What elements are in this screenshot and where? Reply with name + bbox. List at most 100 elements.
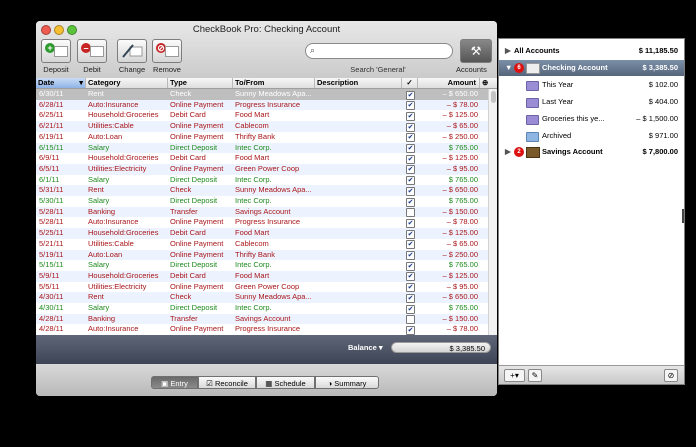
table-row[interactable]: 5/31/11 Rent Check Sunny Meadows Apa... ✔ – $… bbox=[36, 185, 488, 196]
cleared-checkbox[interactable]: ✔ bbox=[406, 90, 415, 100]
tab-summary[interactable]: ◑ Summary bbox=[315, 376, 379, 389]
table-row[interactable]: 5/19/11 Auto:Loan Online Payment Thrifty Ba… bbox=[36, 249, 488, 261]
type-cell: Online Payment bbox=[170, 99, 224, 109]
smart-folder-last-year[interactable]: Last Year $ 404.00 bbox=[499, 94, 684, 110]
smart-folder-groceries[interactable]: Groceries this ye... – $ 1,500.00 bbox=[499, 111, 684, 127]
cleared-checkbox[interactable]: ✔ bbox=[406, 122, 415, 132]
table-row[interactable]: 6/28/11 Auto:Insurance Online Payment Progr… bbox=[36, 99, 488, 111]
cleared-checkbox[interactable]: ✔ bbox=[406, 111, 415, 121]
savings-account-row[interactable]: ▶ 2 Savings Account $ 7,800.00 bbox=[499, 144, 684, 160]
tofrom-cell: Intec Corp. bbox=[235, 303, 272, 312]
delete-account-button[interactable]: ⊘ bbox=[664, 369, 678, 382]
cleared-checkbox[interactable]: ✔ bbox=[406, 144, 415, 153]
table-row[interactable]: 6/21/11 Utilities:Cable Online Payment Cabl… bbox=[36, 121, 488, 132]
table-row[interactable]: 6/1/11 Salary Direct Deposit Intec Corp. ✔ $ … bbox=[36, 175, 488, 186]
type-cell: Direct Deposit bbox=[170, 142, 218, 152]
table-row[interactable]: 5/25/11 Household:Groceries Debit Card Food… bbox=[36, 228, 488, 239]
category-cell: Salary bbox=[88, 174, 110, 184]
disclosure-right-icon[interactable]: ▶ bbox=[505, 43, 511, 59]
amount-cell: – $ 250.00 bbox=[442, 249, 478, 259]
cleared-checkbox[interactable]: ✔ bbox=[406, 261, 415, 271]
table-row[interactable]: 5/21/11 Utilities:Cable Online Payment Cabl… bbox=[36, 239, 488, 250]
table-row[interactable]: 5/5/11 Utilities:Electricity Online Paymen… bbox=[36, 282, 488, 293]
amount-column-header[interactable]: Amount bbox=[418, 78, 480, 88]
date-cell: 6/19/11 bbox=[39, 131, 64, 141]
tofrom-cell: Intec Corp. bbox=[235, 174, 272, 184]
tab-schedule[interactable]: ▦ Schedule bbox=[256, 376, 315, 389]
table-row[interactable]: 5/9/11 Household:Groceries Debit Card Food … bbox=[36, 270, 488, 282]
checkbook-window: CheckBook Pro: Checking Account + Deposi… bbox=[36, 21, 497, 396]
column-options-icon[interactable]: ⊕ bbox=[480, 78, 497, 88]
tab-reconcile[interactable]: ☑ Reconcile bbox=[198, 376, 256, 389]
table-row[interactable]: 4/30/11 Rent Check Sunny Meadows Apa... ✔ – $… bbox=[36, 292, 488, 303]
debit-button[interactable]: – bbox=[77, 39, 107, 63]
cleared-checkbox[interactable]: ✔ bbox=[406, 240, 415, 250]
cleared-checkbox[interactable]: ✔ bbox=[406, 304, 415, 314]
date-column-header[interactable]: Date ▾ bbox=[36, 78, 86, 88]
table-row[interactable]: 6/19/11 Auto:Loan Online Payment Thrifty Ba… bbox=[36, 132, 488, 143]
cleared-checkbox[interactable]: ✔ bbox=[406, 272, 415, 282]
table-row[interactable]: 6/9/11 Household:Groceries Debit Card Food … bbox=[36, 153, 488, 164]
cleared-checkbox[interactable] bbox=[406, 208, 415, 218]
cleared-checkbox[interactable]: ✔ bbox=[406, 283, 415, 293]
date-cell: 5/9/11 bbox=[39, 270, 60, 280]
deposit-button[interactable]: + bbox=[41, 39, 71, 63]
cleared-checkbox[interactable]: ✔ bbox=[406, 165, 415, 175]
edit-account-button[interactable]: ✎ bbox=[528, 369, 542, 382]
cleared-checkbox[interactable]: ✔ bbox=[406, 197, 415, 207]
checking-account-row[interactable]: ▼ 6 Checking Account $ 3,385.50 bbox=[499, 60, 684, 76]
cleared-checkbox[interactable]: ✔ bbox=[406, 293, 415, 303]
tofrom-cell: Intec Corp. bbox=[235, 196, 272, 205]
search-input[interactable] bbox=[320, 45, 448, 57]
disclosure-right-icon[interactable]: ▶ bbox=[505, 144, 511, 160]
vertical-scrollbar[interactable] bbox=[488, 89, 497, 335]
amount-cell: – $ 65.00 bbox=[446, 121, 478, 131]
tofrom-column-header[interactable]: To/From bbox=[233, 78, 315, 88]
category-cell: Salary bbox=[88, 303, 110, 312]
cleared-checkbox[interactable]: ✔ bbox=[406, 101, 415, 111]
smart-folder-this-year[interactable]: This Year $ 102.00 bbox=[499, 77, 684, 93]
table-row[interactable]: 4/28/11 Banking Transfer Savings Account – $… bbox=[36, 313, 488, 325]
search-field[interactable]: ⌕ bbox=[305, 43, 453, 59]
accounts-button[interactable]: ⚒ bbox=[460, 39, 492, 63]
accounts-label: Accounts bbox=[456, 65, 487, 74]
cleared-checkbox[interactable]: ✔ bbox=[406, 251, 415, 260]
amount-cell: – $ 250.00 bbox=[442, 131, 478, 141]
cleared-checkbox[interactable]: ✔ bbox=[406, 133, 415, 143]
cleared-checkbox[interactable]: ✔ bbox=[406, 176, 415, 186]
change-button[interactable] bbox=[117, 39, 147, 63]
table-row[interactable]: 4/28/11 Auto:Insurance Online Payment Progr… bbox=[36, 324, 488, 335]
table-row[interactable]: 6/25/11 Household:Groceries Debit Card Food… bbox=[36, 110, 488, 121]
disclosure-down-icon[interactable]: ▼ bbox=[505, 60, 512, 76]
cleared-checkbox[interactable]: ✔ bbox=[406, 154, 415, 164]
all-accounts-row[interactable]: ▶ All Accounts $ 11,185.50 bbox=[499, 43, 684, 59]
table-row[interactable]: 6/15/11 Salary Direct Deposit Intec Corp. ✔ $… bbox=[36, 142, 488, 154]
remove-button[interactable]: ⊘ bbox=[152, 39, 182, 63]
cleared-checkbox[interactable]: ✔ bbox=[406, 229, 415, 239]
table-row[interactable]: 6/5/11 Utilities:Electricity Online Paymen… bbox=[36, 163, 488, 175]
cleared-checkbox[interactable]: ✔ bbox=[406, 325, 415, 335]
add-account-button[interactable]: +▾ bbox=[504, 369, 525, 382]
type-cell: Online Payment bbox=[170, 249, 224, 259]
cleared-checkbox[interactable] bbox=[406, 315, 415, 325]
description-column-header[interactable]: Description bbox=[315, 78, 402, 88]
table-row[interactable]: 6/30/11 Rent Check Sunny Meadows Apa... ✔ – $… bbox=[36, 89, 488, 100]
balance-menu[interactable]: Balance ▾ bbox=[348, 343, 383, 352]
table-row[interactable]: 5/28/11 Auto:Insurance Online Payment Progr… bbox=[36, 217, 488, 228]
amount-cell: – $ 150.00 bbox=[442, 206, 478, 216]
category-column-header[interactable]: Category bbox=[86, 78, 168, 88]
pencil-icon: ✎ bbox=[531, 371, 539, 380]
cleared-checkbox[interactable]: ✔ bbox=[406, 218, 415, 228]
scroll-thumb[interactable] bbox=[491, 91, 496, 103]
drawer-resize-handle[interactable] bbox=[682, 209, 684, 223]
table-row[interactable]: 5/28/11 Banking Transfer Savings Account – $… bbox=[36, 206, 488, 218]
table-row[interactable]: 5/15/11 Salary Direct Deposit Intec Corp. ✔ $… bbox=[36, 260, 488, 271]
type-column-header[interactable]: Type bbox=[168, 78, 233, 88]
tab-entry[interactable]: ▣ Entry bbox=[151, 376, 198, 389]
view-switcher: ▣ Entry ☑ Reconcile ▦ Schedule ◑ Summary bbox=[36, 364, 497, 396]
cleared-column-header[interactable]: ✓ bbox=[402, 78, 418, 88]
table-row[interactable]: 4/30/11 Salary Direct Deposit Intec Corp. ✔ $… bbox=[36, 303, 488, 314]
folder-archived[interactable]: Archived $ 971.00 bbox=[499, 128, 684, 144]
table-row[interactable]: 5/30/11 Salary Direct Deposit Intec Corp. ✔ $… bbox=[36, 196, 488, 207]
cleared-checkbox[interactable]: ✔ bbox=[406, 186, 415, 196]
